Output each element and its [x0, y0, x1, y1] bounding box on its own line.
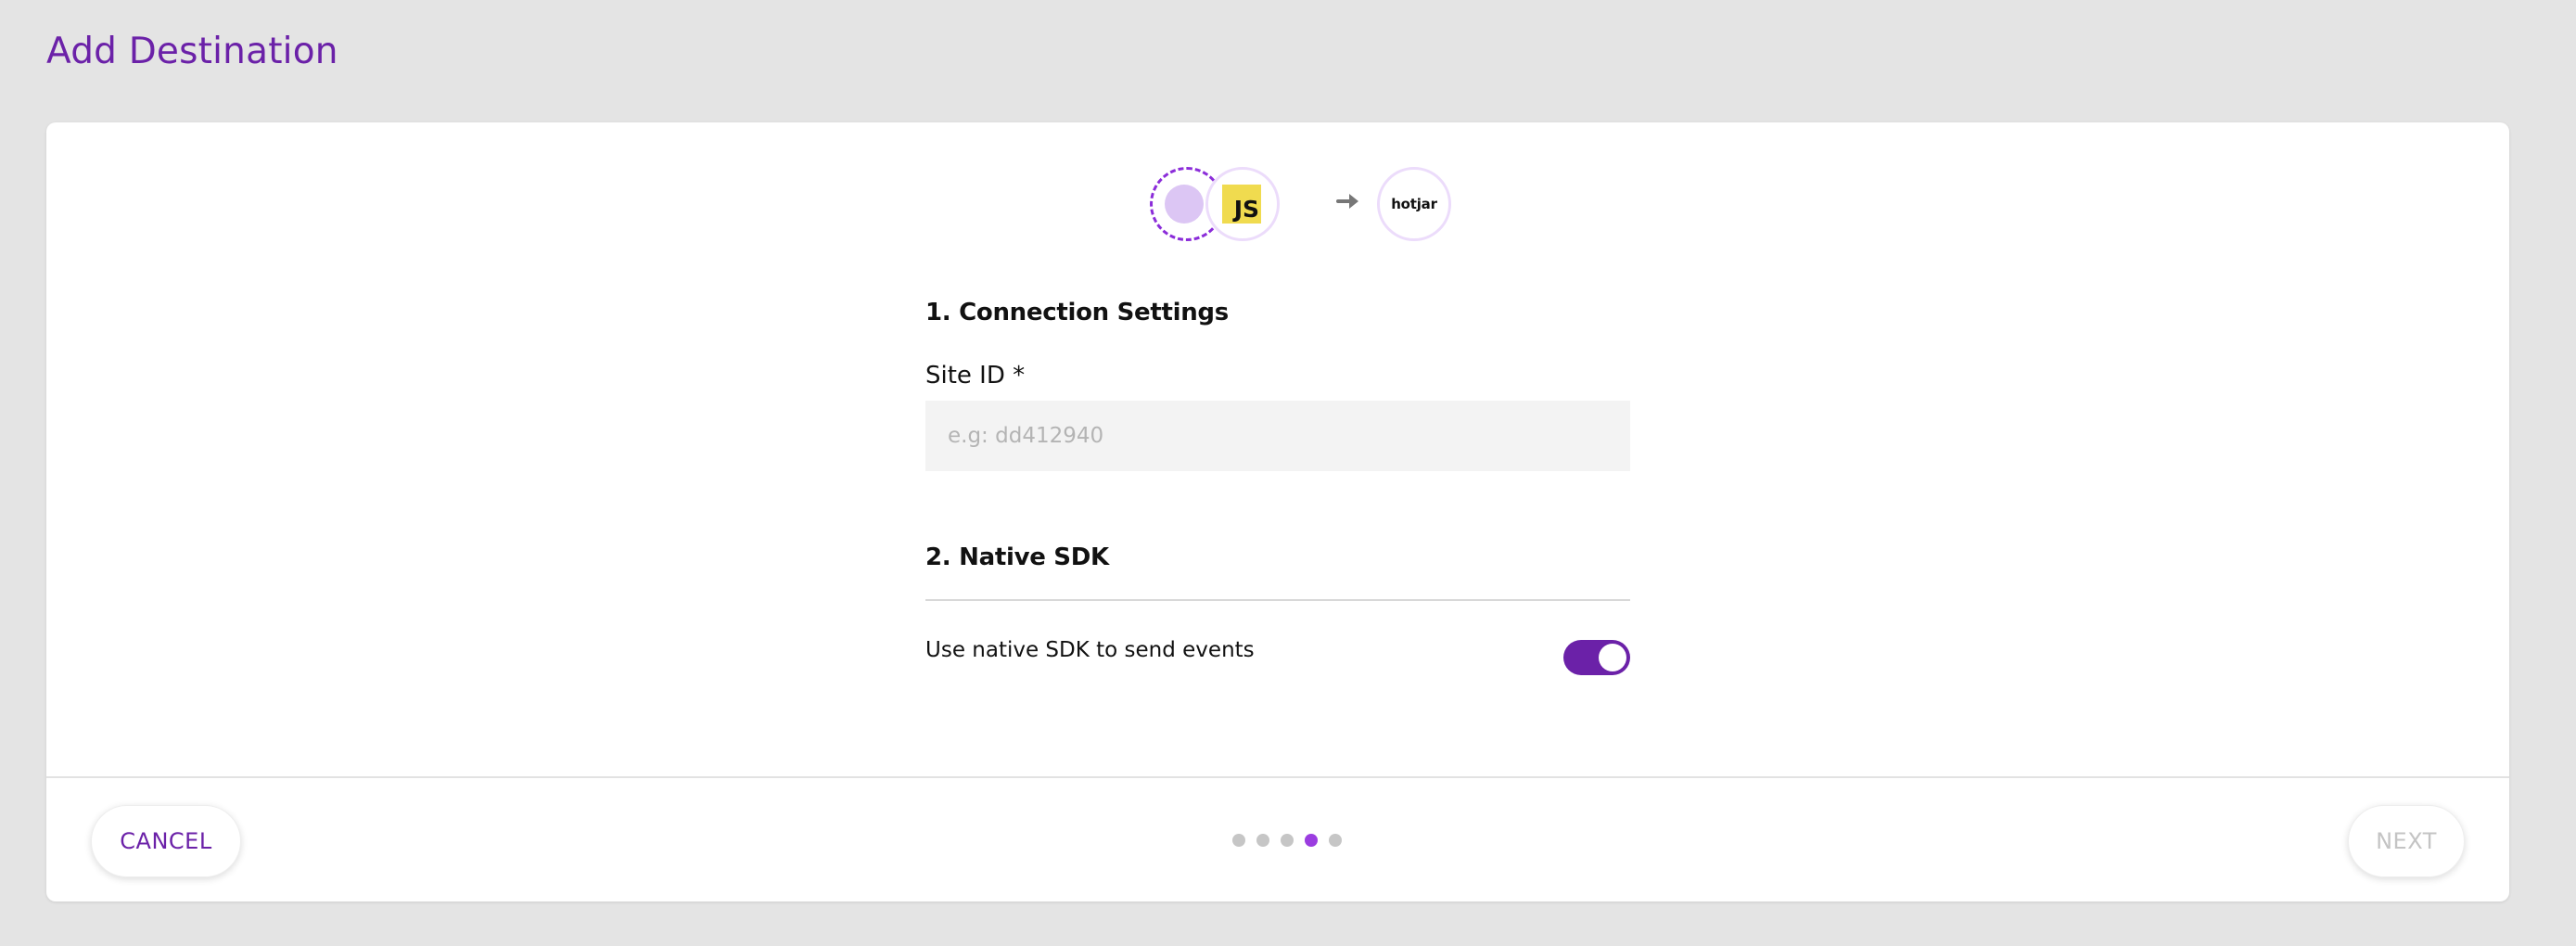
step-dot: [1329, 834, 1342, 847]
next-button[interactable]: NEXT: [2348, 805, 2465, 877]
source-placeholder-icon: [1165, 185, 1204, 224]
page-title: Add Destination: [46, 31, 338, 72]
wizard-footer: CANCEL NEXT: [46, 776, 2509, 901]
hotjar-logo: hotjar: [1391, 196, 1437, 212]
step-indicator: [1232, 834, 1342, 847]
native-sdk-toggle[interactable]: [1563, 640, 1630, 675]
cancel-button[interactable]: CANCEL: [91, 805, 241, 877]
connection-flow-graphic: JS hotjar: [46, 122, 2509, 289]
destination-circle: hotjar: [1377, 167, 1451, 241]
step-dot: [1281, 834, 1294, 847]
javascript-badge-text: JS: [1233, 196, 1259, 223]
site-id-input[interactable]: [925, 401, 1630, 471]
native-sdk-heading: 2. Native SDK: [925, 543, 1109, 571]
connection-settings-heading: 1. Connection Settings: [925, 299, 1229, 326]
section-divider: [925, 599, 1630, 601]
toggle-knob: [1599, 644, 1626, 671]
step-dot: [1232, 834, 1245, 847]
arrow-right-icon: [1336, 194, 1358, 209]
step-dot-active: [1305, 834, 1318, 847]
javascript-icon: JS: [1222, 185, 1261, 224]
step-dot: [1256, 834, 1269, 847]
site-id-label: Site ID *: [925, 362, 1026, 390]
destination-card: JS hotjar 1. Connection Settings Site ID…: [46, 122, 2509, 901]
native-sdk-toggle-label: Use native SDK to send events: [925, 638, 1255, 662]
